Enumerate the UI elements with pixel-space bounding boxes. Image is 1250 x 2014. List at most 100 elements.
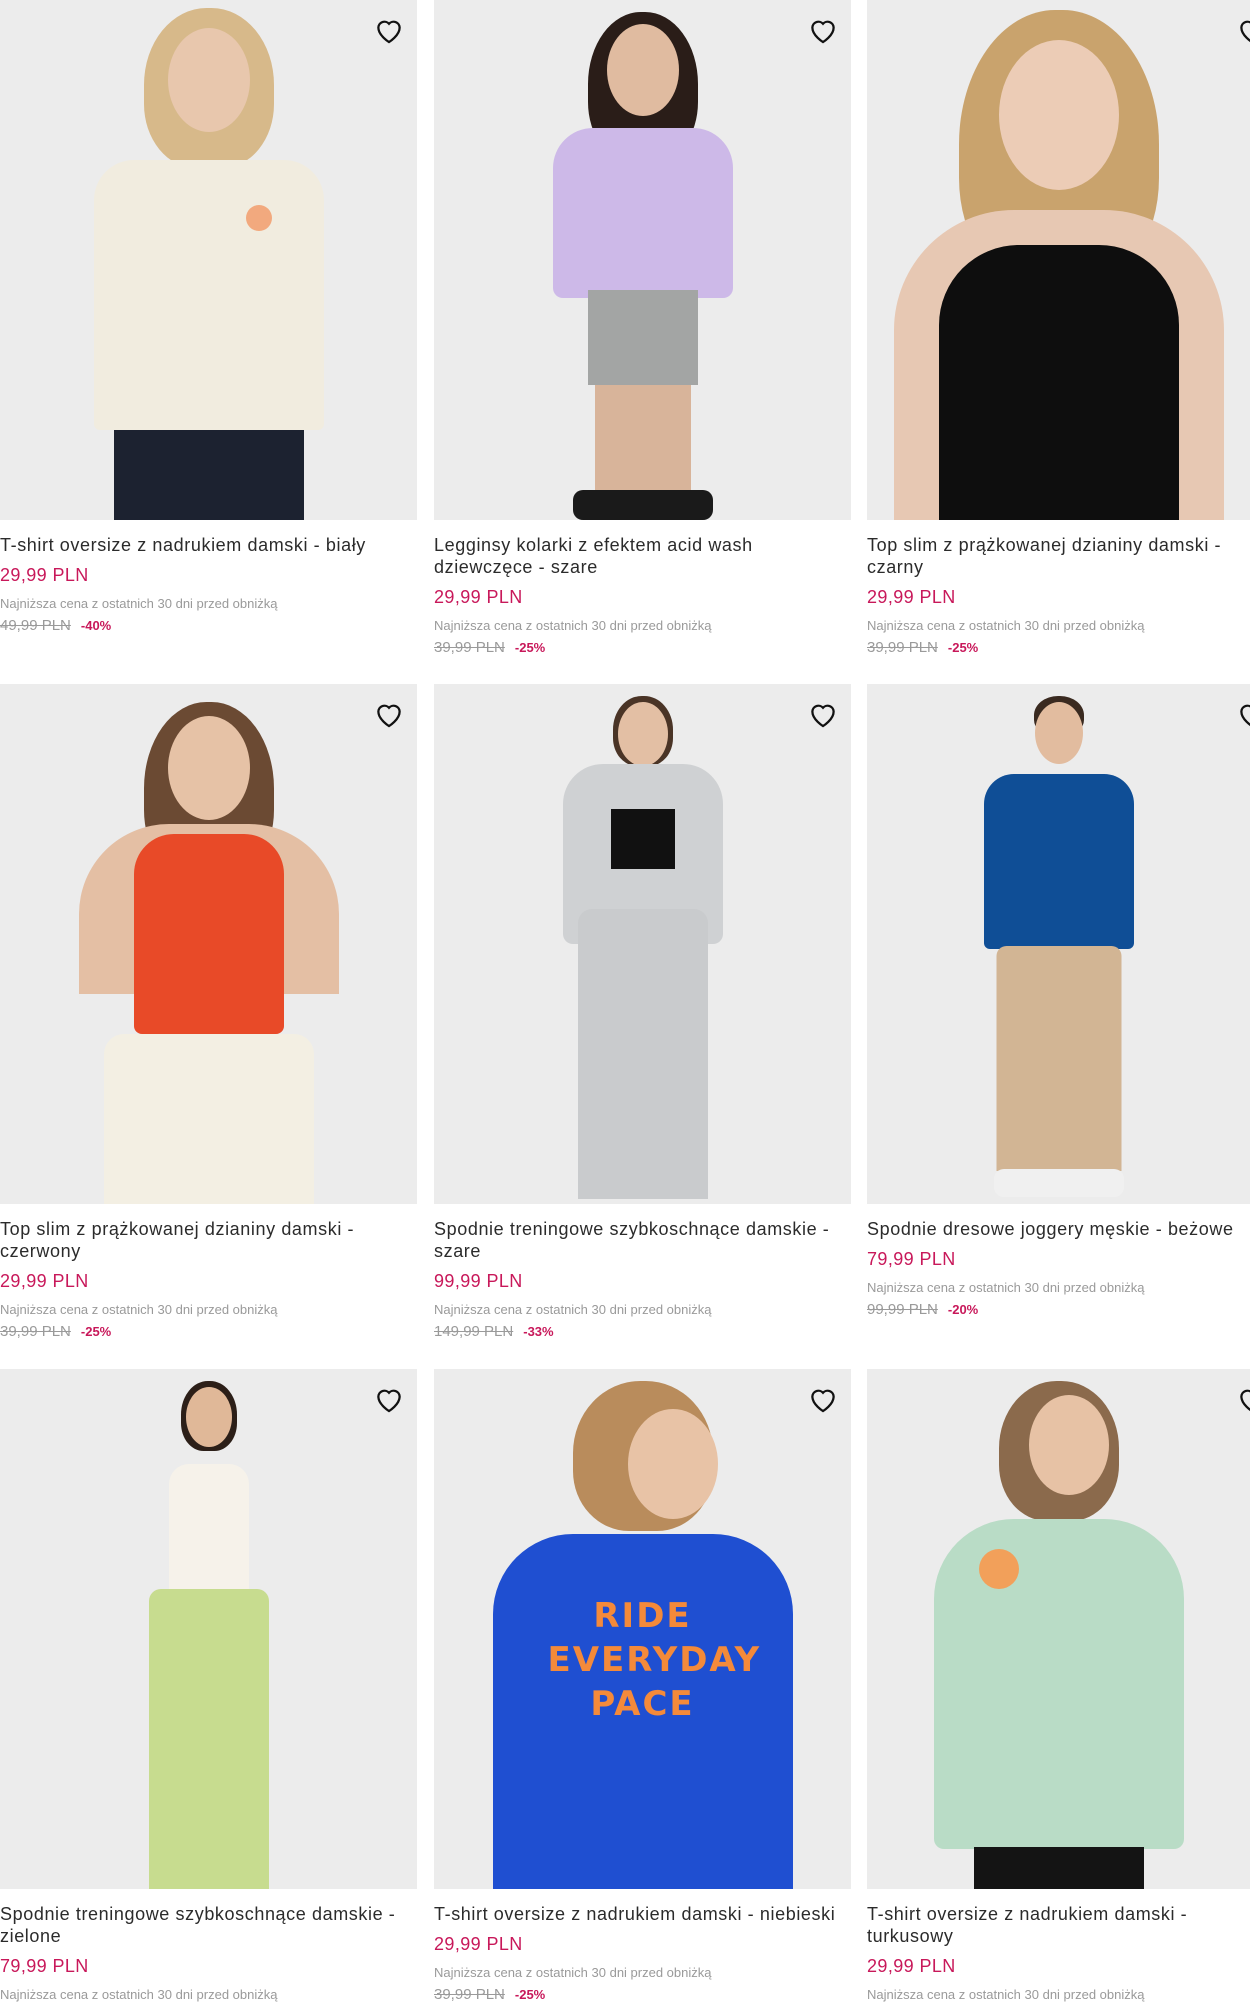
model-top <box>168 1464 249 1594</box>
model-trousers <box>996 946 1121 1171</box>
shirt-print <box>245 205 272 231</box>
product-card[interactable]: Spodnie treningowe szybkoschnące damskie… <box>0 1369 417 2003</box>
product-price: 29,99 PLN <box>867 1956 956 1976</box>
product-image[interactable] <box>434 684 851 1204</box>
model-top <box>610 809 675 869</box>
model-legs <box>594 385 691 505</box>
discount-badge: -40% <box>80 618 112 633</box>
product-title[interactable]: Top slim z prążkowanej dzianiny damski -… <box>867 534 1250 578</box>
product-grid: T-shirt oversize z nadrukiem damski - bi… <box>0 0 1250 2014</box>
product-card[interactable]: Top slim z prążkowanej dzianiny damski -… <box>867 0 1250 657</box>
old-price: 39,99 PLN <box>434 1986 505 2003</box>
old-price: 39,99 PLN <box>867 639 938 656</box>
product-image[interactable] <box>0 1369 417 1889</box>
product-image[interactable] <box>0 0 417 520</box>
old-price: 49,99 PLN <box>0 617 71 634</box>
model-head <box>167 716 250 820</box>
discount-badge: -25% <box>80 1324 112 1339</box>
model-head <box>617 702 668 766</box>
wishlist-heart-icon[interactable] <box>805 1381 841 1417</box>
old-price-row: 39,99 PLN -25% <box>434 639 851 657</box>
lowest-price-label: Najniższa cena z ostatnich 30 dni przed … <box>867 618 1145 633</box>
lowest-price-label: Najniższa cena z ostatnich 30 dni przed … <box>434 618 712 633</box>
model-shirt: RIDE EVERYDAY PACE <box>492 1534 793 1889</box>
product-card[interactable]: Spodnie dresowe joggery męskie - beżowe … <box>867 684 1250 1319</box>
model-trousers <box>973 1847 1144 1889</box>
wishlist-heart-icon[interactable] <box>371 696 407 732</box>
old-price-row: 39,99 PLN -25% <box>434 1986 851 2004</box>
product-image[interactable] <box>867 0 1250 520</box>
model-head <box>998 40 1119 190</box>
product-price: 79,99 PLN <box>0 1956 89 1976</box>
model-shoes <box>993 1169 1124 1197</box>
lowest-price-label: Najniższa cena z ostatnich 30 dni przed … <box>0 596 278 611</box>
product-card[interactable]: T-shirt oversize z nadrukiem damski - bi… <box>0 0 417 635</box>
old-price-row: 99,99 PLN -20% <box>867 1301 1250 1319</box>
product-price: 79,99 PLN <box>867 1249 956 1269</box>
lowest-price-label: Najniższa cena z ostatnich 30 dni przed … <box>434 1302 712 1317</box>
product-image[interactable] <box>867 1369 1250 1889</box>
model-shorts <box>587 290 698 385</box>
product-title[interactable]: T-shirt oversize z nadrukiem damski - tu… <box>867 1903 1250 1947</box>
wishlist-heart-icon[interactable] <box>805 696 841 732</box>
model-head <box>627 1409 718 1519</box>
product-card[interactable]: RIDE EVERYDAY PACE T-shirt oversize z na… <box>434 1369 851 2004</box>
product-card[interactable]: T-shirt oversize z nadrukiem damski - tu… <box>867 1369 1250 2003</box>
product-title[interactable]: T-shirt oversize z nadrukiem damski - ni… <box>434 1903 851 1925</box>
old-price: 149,99 PLN <box>434 1323 514 1340</box>
discount-badge: -25% <box>514 1987 546 2002</box>
discount-badge: -25% <box>947 640 979 655</box>
lowest-price-label: Najniższa cena z ostatnich 30 dni przed … <box>867 1987 1145 2002</box>
old-price: 39,99 PLN <box>0 1323 71 1340</box>
product-image[interactable] <box>867 684 1250 1204</box>
wishlist-heart-icon[interactable] <box>1234 1381 1250 1417</box>
product-card[interactable]: Legginsy kolarki z efektem acid wash dzi… <box>434 0 851 657</box>
old-price-row: 39,99 PLN -25% <box>867 639 1250 657</box>
model-top <box>938 245 1179 520</box>
product-price: 99,99 PLN <box>434 1271 523 1291</box>
lowest-price-label: Najniższa cena z ostatnich 30 dni przed … <box>0 1987 278 2002</box>
old-price-row: 149,99 PLN -33% <box>434 1323 851 1341</box>
model-head <box>1028 1395 1109 1495</box>
product-title[interactable]: Spodnie treningowe szybkoschnące damskie… <box>434 1218 851 1262</box>
wishlist-heart-icon[interactable] <box>1234 696 1250 732</box>
product-title[interactable]: Legginsy kolarki z efektem acid wash dzi… <box>434 534 851 578</box>
product-price: 29,99 PLN <box>867 587 956 607</box>
discount-badge: -25% <box>514 640 546 655</box>
wishlist-heart-icon[interactable] <box>805 12 841 48</box>
product-price: 29,99 PLN <box>434 1934 523 1954</box>
discount-badge: -33% <box>523 1324 554 1339</box>
lowest-price-label: Najniższa cena z ostatnich 30 dni przed … <box>434 1965 712 1980</box>
model-head <box>185 1387 232 1447</box>
product-title[interactable]: Spodnie dresowe joggery męskie - beżowe <box>867 1218 1250 1240</box>
model-shirt <box>933 1519 1184 1849</box>
product-title[interactable]: Spodnie treningowe szybkoschnące damskie… <box>0 1903 417 1947</box>
product-image[interactable]: RIDE EVERYDAY PACE <box>434 1369 851 1889</box>
wishlist-heart-icon[interactable] <box>1234 12 1250 48</box>
product-title[interactable]: T-shirt oversize z nadrukiem damski - bi… <box>0 534 417 556</box>
product-price: 29,99 PLN <box>434 587 523 607</box>
product-image[interactable] <box>0 684 417 1204</box>
model-head <box>1034 702 1083 764</box>
old-price-row: 39,99 PLN -25% <box>0 1323 417 1341</box>
product-card[interactable]: Top slim z prążkowanej dzianiny damski -… <box>0 684 417 1341</box>
model-trousers <box>148 1589 269 1889</box>
wishlist-heart-icon[interactable] <box>371 12 407 48</box>
shirt-print-text: RIDE EVERYDAY PACE <box>547 1596 762 1724</box>
wishlist-heart-icon[interactable] <box>371 1381 407 1417</box>
model-trousers <box>103 1034 314 1204</box>
old-price-row: 49,99 PLN -40% <box>0 617 417 635</box>
old-price: 39,99 PLN <box>434 639 505 656</box>
shirt-print <box>978 1549 1019 1589</box>
lowest-price-label: Najniższa cena z ostatnich 30 dni przed … <box>867 1280 1145 1295</box>
product-card[interactable]: Spodnie treningowe szybkoschnące damskie… <box>434 684 851 1341</box>
product-price: 29,99 PLN <box>0 1271 89 1291</box>
model-trousers <box>113 430 304 520</box>
model-head <box>606 24 679 116</box>
model-shirt <box>983 774 1134 949</box>
model-head <box>167 28 250 132</box>
product-image[interactable] <box>434 0 851 520</box>
product-title[interactable]: Top slim z prążkowanej dzianiny damski -… <box>0 1218 417 1262</box>
model-shoes <box>572 490 713 520</box>
product-price: 29,99 PLN <box>0 565 89 585</box>
